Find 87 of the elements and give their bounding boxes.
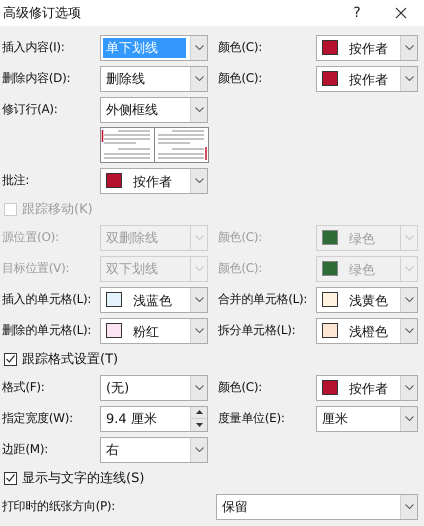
field-label: 颜色(C):	[218, 260, 263, 277]
dropdown[interactable]: 粉红	[100, 318, 208, 344]
checkbox-label[interactable]: 显示与文字的连线(S)	[22, 469, 144, 487]
spin-up-button[interactable]	[191, 406, 207, 418]
dropdown[interactable]: (无)	[100, 374, 208, 400]
chevron-down-icon	[404, 235, 414, 240]
dropdown[interactable]: 浅黄色	[316, 286, 418, 312]
number-spinner[interactable]: 9.4 厘米	[100, 406, 208, 432]
window-title: 高级修订选项	[3, 5, 82, 22]
field-label: 删除内容(D):	[2, 70, 72, 87]
dropdown-value: 删除线	[105, 70, 146, 88]
chevron-down-icon	[194, 297, 204, 302]
dropdown-value: 按作者	[348, 381, 389, 399]
dropdown[interactable]: 按作者	[316, 34, 418, 60]
dropdown-value: 浅橙色	[348, 324, 389, 342]
spin-down-button[interactable]	[191, 418, 207, 430]
dropdown-value: 绿色	[348, 231, 376, 249]
checkbox[interactable]	[4, 472, 17, 484]
field-label: 批注:	[2, 172, 30, 189]
field-label: 颜色(C):	[218, 379, 263, 396]
dropdown-value: 右	[105, 442, 120, 460]
field-label: 源位置(O):	[2, 229, 60, 246]
field-label: 合并的单元格(L):	[218, 291, 308, 308]
checkmark-icon	[6, 355, 15, 363]
chevron-down-icon	[404, 297, 414, 302]
field-label: 颜色(C):	[218, 70, 263, 87]
help-button[interactable]: ?	[342, 0, 372, 26]
chevron-down-icon	[194, 178, 204, 183]
field-label: 删除的单元格(L):	[2, 322, 92, 339]
field-label: 目标位置(V):	[2, 260, 70, 277]
field-label: 拆分单元格(L):	[218, 322, 296, 339]
dropdown-value: 浅蓝色	[132, 293, 173, 311]
chevron-down-icon	[194, 45, 204, 50]
dropdown-value: 粉红	[132, 324, 160, 342]
dropdown-value: 双删除线	[105, 230, 159, 248]
field-label: 插入的单元格(L):	[2, 291, 92, 308]
chevron-down-icon	[404, 45, 414, 50]
chevron-down-icon	[194, 107, 204, 112]
checkbox[interactable]	[4, 352, 17, 366]
dropdown-value: 绿色	[348, 262, 376, 280]
field-label: 插入内容(I):	[2, 39, 66, 56]
dropdown-value: 双下划线	[105, 260, 159, 278]
dropdown[interactable]: 厘米	[316, 406, 418, 432]
dropdown[interactable]: 按作者	[100, 168, 208, 194]
dropdown-value: 单下划线	[103, 38, 186, 58]
dropdown[interactable]: 浅橙色	[316, 318, 418, 344]
dropdown-value: 按作者	[348, 41, 389, 59]
dropdown-value: 按作者	[132, 174, 173, 192]
chevron-down-icon	[194, 76, 204, 81]
close-icon	[395, 7, 407, 19]
field-label: 边距(M):	[2, 441, 49, 458]
chevron-down-icon	[194, 447, 204, 452]
chevron-down-icon	[404, 416, 414, 421]
chevron-down-icon	[194, 235, 204, 240]
checkmark-icon	[6, 474, 15, 482]
chevron-down-icon	[194, 385, 204, 390]
dropdown[interactable]: 保留	[216, 494, 418, 520]
dropdown-value: (无)	[105, 380, 130, 398]
field-label: 度量单位(E):	[218, 410, 286, 427]
triangle-down-icon	[196, 422, 202, 427]
chevron-down-icon	[404, 328, 414, 333]
dropdown[interactable]: 按作者	[316, 374, 418, 400]
triangle-up-icon	[196, 410, 202, 414]
chevron-down-icon	[404, 385, 414, 390]
dropdown-value: 外侧框线	[105, 102, 159, 120]
dropdown[interactable]: 按作者	[316, 66, 418, 92]
field-label: 颜色(C):	[218, 229, 263, 246]
chevron-down-icon	[404, 76, 414, 81]
dropdown-value: 厘米	[321, 410, 349, 428]
dropdown-value: 9.4 厘米	[105, 410, 158, 428]
chevron-down-icon	[404, 266, 414, 271]
dropdown-value: 浅黄色	[348, 293, 389, 311]
dropdown[interactable]: 浅蓝色	[100, 286, 208, 312]
field-label: 颜色(C):	[218, 39, 263, 56]
chevron-down-icon	[194, 328, 204, 333]
chevron-down-icon	[194, 266, 204, 271]
field-label: 格式(F):	[2, 379, 46, 396]
field-label: 打印时的纸张方向(P):	[2, 498, 116, 515]
dropdown[interactable]: 右	[100, 436, 208, 462]
dropdown-value: 按作者	[348, 72, 389, 90]
chevron-down-icon	[404, 504, 414, 509]
field-label: 修订行(A):	[2, 101, 59, 118]
field-label: 指定宽度(W):	[2, 410, 74, 427]
checkbox-label[interactable]: 跟踪格式设置(T)	[22, 350, 118, 368]
dropdown[interactable]: 外侧框线	[100, 96, 208, 122]
dropdown[interactable]: 删除线	[100, 66, 208, 92]
dropdown-value: 保留	[221, 498, 249, 516]
